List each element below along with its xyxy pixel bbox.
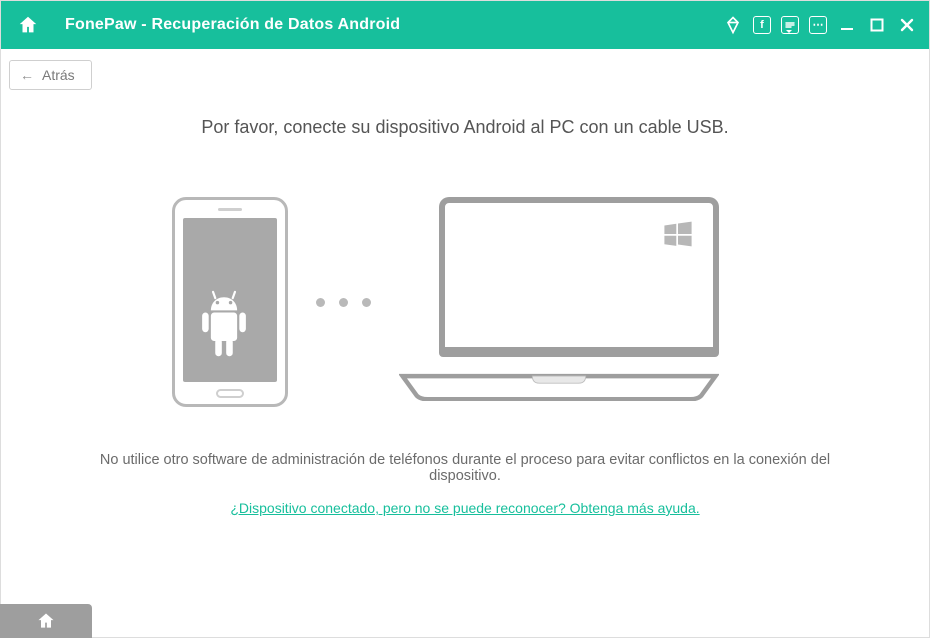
home-icon xyxy=(17,14,39,36)
headline: Por favor, conecte su dispositivo Androi… xyxy=(41,117,889,138)
home-button[interactable] xyxy=(15,12,41,38)
minimize-button[interactable] xyxy=(837,15,857,35)
phone-illustration xyxy=(172,197,288,407)
more-icon[interactable]: ⋯ xyxy=(809,16,827,34)
close-button[interactable] xyxy=(897,15,917,35)
toolbar: ← Atrás xyxy=(1,49,929,93)
connection-dots xyxy=(316,298,371,307)
app-title: FonePaw - Recuperación de Datos Android xyxy=(65,16,400,34)
window-controls: f ⋯ xyxy=(723,15,917,35)
main-content: Por favor, conecte su dispositivo Androi… xyxy=(1,93,929,518)
back-button[interactable]: ← Atrás xyxy=(9,60,92,90)
laptop-illustration xyxy=(399,197,759,407)
windows-icon xyxy=(661,217,695,251)
feedback-icon[interactable] xyxy=(781,16,799,34)
maximize-button[interactable] xyxy=(867,15,887,35)
android-icon xyxy=(189,290,259,370)
connect-illustration xyxy=(41,192,889,412)
arrow-left-icon: ← xyxy=(20,67,34,83)
facebook-icon[interactable]: f xyxy=(753,16,771,34)
notice-text: No utilice otro software de administraci… xyxy=(65,452,865,484)
premium-icon[interactable] xyxy=(723,15,743,35)
back-button-label: Atrás xyxy=(42,67,75,83)
titlebar: FonePaw - Recuperación de Datos Android … xyxy=(1,1,929,49)
help-link[interactable]: ¿Dispositivo conectado, pero no se puede… xyxy=(230,500,699,516)
home-icon xyxy=(36,611,56,631)
footer-home-button[interactable] xyxy=(0,604,92,638)
